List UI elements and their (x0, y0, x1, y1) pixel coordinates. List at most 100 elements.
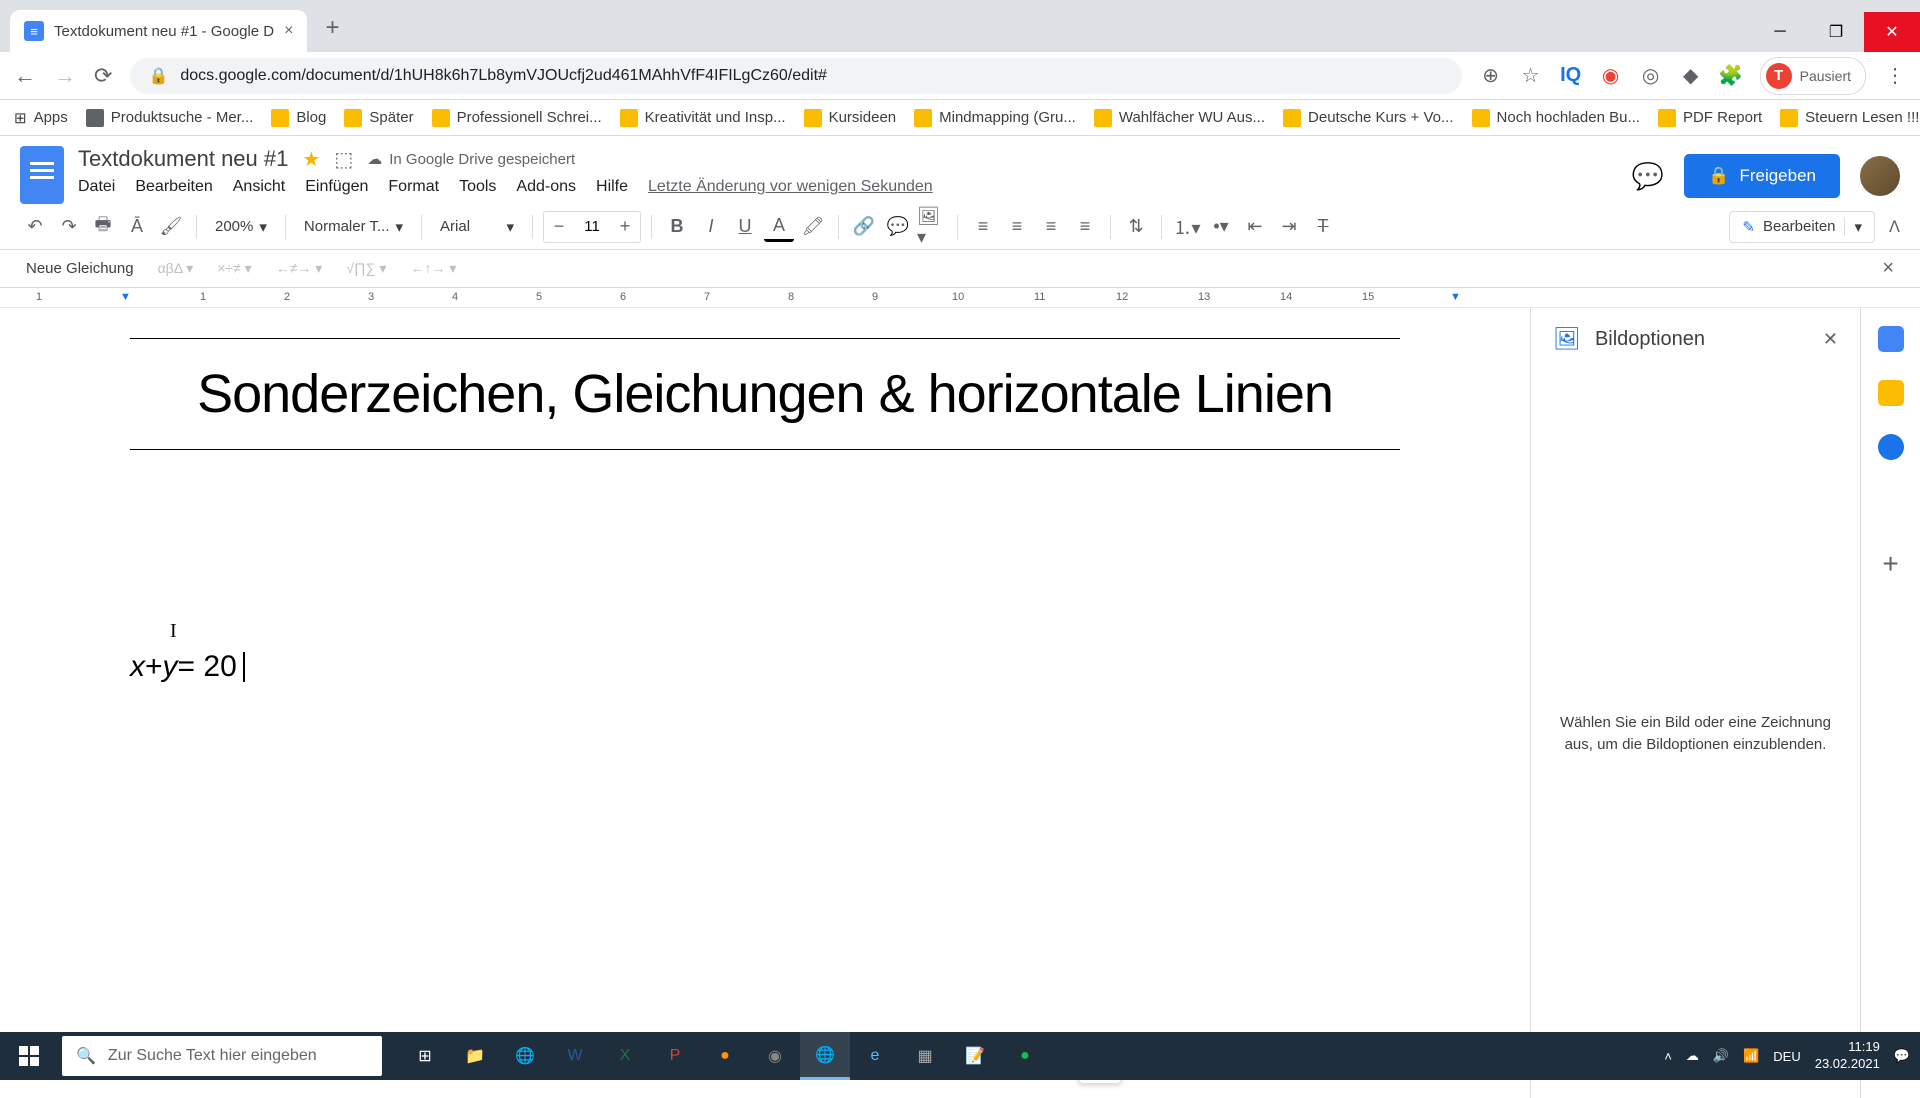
bookmark-item[interactable]: Kursideen (804, 109, 897, 127)
minimize-button[interactable]: ─ (1752, 12, 1808, 52)
align-left-button[interactable]: ≡ (968, 212, 998, 242)
zoom-select[interactable]: 200% ▾ (207, 213, 275, 241)
align-justify-button[interactable]: ≡ (1070, 212, 1100, 242)
new-tab-button[interactable]: + (325, 14, 339, 42)
redo-button[interactable]: ↷ (54, 212, 84, 242)
chrome-menu-icon[interactable]: ⋮ (1884, 65, 1906, 87)
line-spacing-button[interactable]: ⇅ (1121, 212, 1151, 242)
menu-ansicht[interactable]: Ansicht (233, 178, 285, 196)
italic-button[interactable]: I (696, 212, 726, 242)
bookmark-item[interactable]: Deutsche Kurs + Vo... (1283, 109, 1454, 127)
zoom-icon[interactable]: ⊕ (1480, 65, 1502, 87)
math-operators-dropdown[interactable]: ×÷≠ ▾ (217, 260, 251, 277)
font-select[interactable]: Arial ▾ (432, 213, 522, 241)
extension-icon-2[interactable]: ◉ (1600, 65, 1622, 87)
indent-marker[interactable]: ▼ (120, 291, 131, 303)
extension-icon-4[interactable]: ◆ (1680, 65, 1702, 87)
menu-format[interactable]: Format (388, 178, 439, 196)
spotify-icon[interactable]: ● (1000, 1032, 1050, 1080)
bookmark-item[interactable]: Wahlfächer WU Aus... (1094, 109, 1265, 127)
right-indent-marker[interactable]: ▼ (1450, 291, 1461, 303)
profile-paused-button[interactable]: T Pausiert (1760, 57, 1866, 95)
paint-format-button[interactable]: 🖌 (156, 212, 186, 242)
language-indicator[interactable]: DEU (1773, 1049, 1800, 1064)
keep-icon[interactable] (1878, 380, 1904, 406)
font-size-input[interactable]: 11 (574, 218, 610, 235)
paragraph-style-select[interactable]: Normaler T... ▾ (296, 213, 411, 241)
last-change-link[interactable]: Letzte Änderung vor wenigen Sekunden (648, 178, 933, 196)
close-tab-icon[interactable]: × (284, 22, 293, 40)
font-size-increase[interactable]: + (610, 212, 640, 242)
app-icon[interactable]: ● (700, 1032, 750, 1080)
print-button[interactable]: 🖶 (88, 212, 118, 242)
font-size-decrease[interactable]: − (544, 212, 574, 242)
bookmark-apps[interactable]: ⊞Apps (14, 109, 68, 127)
clock[interactable]: 11:19 23.02.2021 (1815, 1039, 1880, 1073)
bookmark-item[interactable]: Kreativität und Insp... (620, 109, 786, 127)
bookmark-item[interactable]: Mindmapping (Gru... (914, 109, 1076, 127)
obs-icon[interactable]: ◉ (750, 1032, 800, 1080)
task-view-icon[interactable]: ⊞ (400, 1032, 450, 1080)
bookmark-item[interactable]: PDF Report (1658, 109, 1762, 127)
add-addon-icon[interactable]: + (1882, 548, 1898, 580)
align-right-button[interactable]: ≡ (1036, 212, 1066, 242)
bookmark-item[interactable]: Blog (271, 109, 326, 127)
browser-tab[interactable]: ≡ Textdokument neu #1 - Google D × (10, 10, 307, 52)
close-equation-bar-icon[interactable]: × (1882, 257, 1894, 280)
comments-icon[interactable]: 💬 (1632, 161, 1664, 192)
extension-icon-1[interactable]: IQ (1560, 65, 1582, 87)
notifications-icon[interactable]: 💬 (1894, 1048, 1910, 1064)
comment-button[interactable]: 💬 (883, 212, 913, 242)
close-window-button[interactable]: ✕ (1864, 12, 1920, 52)
app2-icon[interactable]: ▦ (900, 1032, 950, 1080)
underline-button[interactable]: U (730, 212, 760, 242)
bookmark-item[interactable]: Produktsuche - Mer... (86, 109, 254, 127)
editing-mode-dropdown[interactable]: ✎ Bearbeiten ▾ (1729, 211, 1875, 243)
address-bar[interactable]: 🔒 docs.google.com/document/d/1hUH8k6h7Lb… (130, 58, 1461, 94)
collapse-toolbar-button[interactable]: ᐱ (1889, 217, 1900, 237)
menu-einfuegen[interactable]: Einfügen (305, 178, 368, 196)
text-color-button[interactable]: A (764, 212, 794, 242)
increase-indent-button[interactable]: ⇥ (1274, 212, 1304, 242)
maximize-button[interactable]: ❐ (1808, 12, 1864, 52)
relations-dropdown[interactable]: ←≠→ ▾ (276, 260, 323, 277)
document-heading[interactable]: Sonderzeichen, Gleichungen & horizontale… (130, 339, 1400, 449)
numbered-list-button[interactable]: ⒈▾ (1172, 212, 1202, 242)
menu-bearbeiten[interactable]: Bearbeiten (135, 178, 212, 196)
menu-addons[interactable]: Add-ons (516, 178, 576, 196)
bold-button[interactable]: B (662, 212, 692, 242)
menu-hilfe[interactable]: Hilfe (596, 178, 628, 196)
calendar-icon[interactable] (1878, 326, 1904, 352)
tray-chevron-icon[interactable]: ˄ (1664, 1049, 1672, 1064)
edge-icon[interactable]: 🌐 (500, 1032, 550, 1080)
reload-button[interactable]: ⟳ (94, 63, 112, 89)
math-symbols-dropdown[interactable]: √∏∑ ▾ (346, 260, 386, 277)
clear-formatting-button[interactable]: T (1308, 212, 1338, 242)
link-button[interactable]: 🔗 (849, 212, 879, 242)
greek-letters-dropdown[interactable]: αβΔ ▾ (158, 260, 194, 277)
spellcheck-button[interactable]: Ᾱ (122, 212, 152, 242)
start-button[interactable] (0, 1032, 58, 1080)
close-panel-icon[interactable]: ✕ (1823, 329, 1838, 350)
horizontal-ruler[interactable]: 1 ▼ 1 2 3 4 5 6 7 8 9 10 11 12 13 14 15 … (0, 288, 1920, 308)
image-button[interactable]: 🖼▾ (917, 212, 947, 242)
forward-button[interactable]: → (54, 63, 76, 89)
powerpoint-icon[interactable]: P (650, 1032, 700, 1080)
undo-button[interactable]: ↶ (20, 212, 50, 242)
docs-logo[interactable] (20, 146, 64, 204)
align-center-button[interactable]: ≡ (1002, 212, 1032, 242)
tasks-icon[interactable] (1878, 434, 1904, 460)
bookmark-item[interactable]: Später (344, 109, 413, 127)
extension-icon-3[interactable]: ◎ (1640, 65, 1662, 87)
highlight-button[interactable]: 🖍 (798, 212, 828, 242)
profile-avatar[interactable] (1860, 156, 1900, 196)
onedrive-icon[interactable]: ☁ (1686, 1048, 1699, 1064)
share-button[interactable]: 🔒 Freigeben (1684, 154, 1840, 198)
bookmark-item[interactable]: Noch hochladen Bu... (1472, 109, 1640, 127)
move-folder-icon[interactable]: ⬚ (334, 147, 353, 172)
excel-icon[interactable]: X (600, 1032, 650, 1080)
chrome-icon[interactable]: 🌐 (800, 1032, 850, 1080)
document-canvas[interactable]: Sonderzeichen, Gleichungen & horizontale… (0, 308, 1530, 1098)
bookmark-item[interactable]: Professionell Schrei... (432, 109, 602, 127)
bulleted-list-button[interactable]: •▾ (1206, 212, 1236, 242)
